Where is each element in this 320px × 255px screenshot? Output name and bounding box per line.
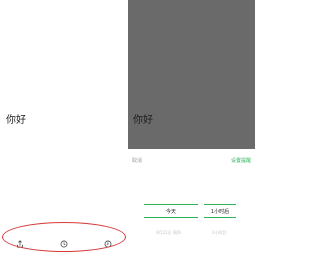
date-picker-selected[interactable]: 今天 — [144, 204, 198, 218]
reminder-sheet: 取消 设置提醒 今天 1小时后 9月22日 周四 2小时后 — [128, 149, 255, 255]
cancel-button[interactable]: 取消 — [132, 157, 142, 164]
dim-overlay[interactable] — [128, 0, 255, 149]
right-screen: 你好 取消 设置提醒 今天 1小时后 9月22日 周四 2小时后 — [128, 0, 255, 255]
time-selected-label: 1小时后 — [210, 208, 230, 215]
note-text: 你好 — [133, 115, 153, 126]
left-screen: 你好 — [0, 0, 127, 255]
time-picker-selected[interactable]: 1小时后 — [204, 204, 236, 218]
date-selected-label: 今天 — [165, 208, 176, 215]
date-picker-next[interactable]: 9月22日 周四 — [156, 230, 181, 236]
annotation-ellipse — [2, 222, 126, 252]
note-text[interactable]: 你好 — [6, 111, 26, 126]
time-picker-next[interactable]: 2小时后 — [212, 230, 227, 236]
set-reminder-button[interactable]: 设置提醒 — [231, 157, 251, 164]
